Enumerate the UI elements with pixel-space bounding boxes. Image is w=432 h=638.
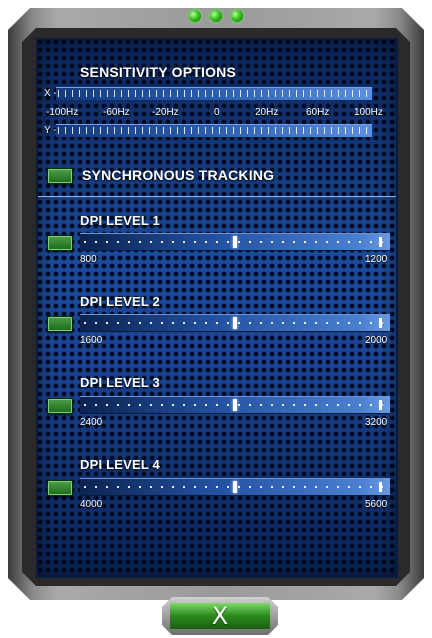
scale-tick: -100Hz: [46, 107, 79, 118]
dpi-level-3-checkbox[interactable]: [47, 398, 73, 414]
section-divider: [38, 196, 396, 197]
scale-tick: -20Hz: [152, 107, 179, 118]
scale-tick: 20Hz: [255, 107, 279, 118]
sensitivity-title: SENSITIVITY OPTIONS: [80, 64, 237, 80]
dpi-level-1-label: DPI LEVEL 1: [80, 213, 160, 228]
sensitivity-x-label: X -: [44, 88, 57, 99]
dpi-level-4-slider[interactable]: [80, 478, 390, 496]
dpi-level-1-min: 800: [80, 254, 97, 265]
sensitivity-x-slider[interactable]: [56, 87, 372, 100]
sync-tracking-checkbox[interactable]: [47, 168, 73, 184]
scale-tick: 60Hz: [306, 107, 330, 118]
status-leds: [0, 10, 432, 22]
status-led-3: [231, 10, 243, 22]
dpi-level-2-max: 2000: [365, 335, 388, 346]
close-button[interactable]: X: [162, 597, 278, 635]
dpi-level-1-slider[interactable]: [80, 233, 390, 251]
dpi-level-2-thumb[interactable]: [233, 317, 237, 329]
sensitivity-y-slider[interactable]: [56, 124, 372, 137]
dpi-level-3-label: DPI LEVEL 3: [80, 375, 160, 390]
dpi-level-2-label: DPI LEVEL 2: [80, 294, 160, 309]
status-led-1: [189, 10, 201, 22]
dpi-level-3-slider[interactable]: [80, 396, 390, 414]
dpi-level-4-label: DPI LEVEL 4: [80, 457, 160, 472]
dpi-level-1-max: 1200: [365, 254, 388, 265]
sensitivity-y-label: Y -: [44, 125, 57, 136]
status-led-2: [210, 10, 222, 22]
dpi-level-4-checkbox[interactable]: [47, 480, 73, 496]
scale-tick: 0: [214, 107, 220, 118]
scale-tick: 100Hz: [354, 107, 383, 118]
dpi-level-2-slider[interactable]: [80, 314, 390, 332]
sync-tracking-label: SYNCHRONOUS TRACKING: [82, 167, 275, 183]
dpi-level-4-max: 5600: [365, 499, 388, 510]
dpi-level-3-thumb[interactable]: [233, 399, 237, 411]
dpi-level-1-thumb[interactable]: [233, 236, 237, 248]
dpi-level-4-thumb[interactable]: [233, 481, 237, 493]
dpi-level-3-min: 2400: [80, 417, 103, 428]
dpi-level-2-min: 1600: [80, 335, 103, 346]
dpi-level-4-min: 4000: [80, 499, 103, 510]
dpi-level-3-max: 3200: [365, 417, 388, 428]
dpi-level-2-checkbox[interactable]: [47, 316, 73, 332]
close-icon: X: [170, 602, 270, 630]
scale-tick: -60Hz: [103, 107, 130, 118]
dpi-level-1-checkbox[interactable]: [47, 235, 73, 251]
